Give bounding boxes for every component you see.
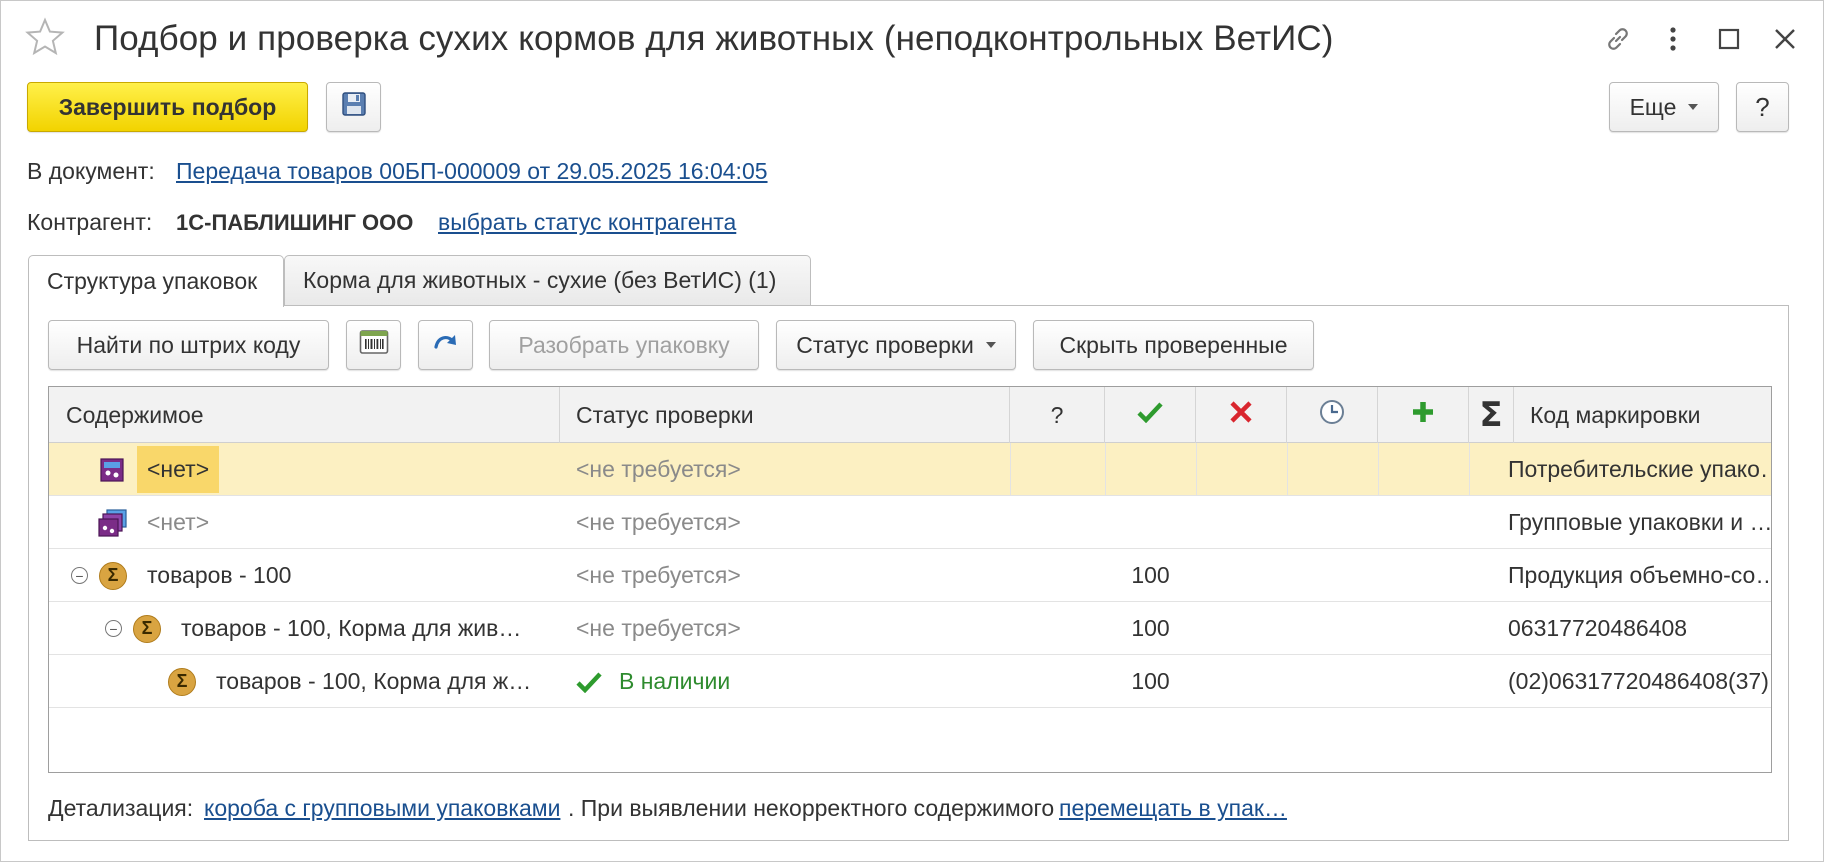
form-window: Подбор и проверка сухих кормов для живот… — [0, 0, 1824, 862]
row-ok-count: 100 — [1131, 668, 1170, 694]
minus-circle-icon: − — [71, 567, 88, 584]
document-link[interactable]: Передача товаров 00БП-000009 от 29.05.20… — [176, 158, 768, 185]
sigma-icon: Σ — [99, 561, 127, 590]
chevron-down-icon — [1688, 104, 1699, 110]
column-header-added[interactable] — [1378, 387, 1469, 443]
row-content: товаров - 100 — [147, 562, 292, 588]
row-ok-count: 100 — [1131, 562, 1170, 588]
sigma-icon: Σ — [168, 667, 196, 696]
row-status: <не требуется> — [576, 562, 741, 588]
check-status-label: Статус проверки — [796, 331, 974, 358]
redo-arrow-icon — [432, 329, 460, 361]
row-content: <нет> — [147, 509, 210, 535]
counterparty-value: 1С-ПАБЛИШИНГ ООО — [176, 210, 414, 235]
row-status: <не требуется> — [576, 615, 741, 641]
row-marking-code: 06317720486408 — [1508, 615, 1688, 641]
table-row[interactable]: Σ товаров - 100, Корма для ж… В наличии … — [49, 655, 1771, 708]
column-header-status[interactable]: Статус проверки — [560, 387, 1010, 443]
counterparty-label: Контрагент: — [27, 209, 153, 235]
minus-circle-icon: − — [105, 620, 122, 637]
check-icon — [1137, 401, 1163, 429]
table-row[interactable]: <нет> <не требуется> Групповые упаковки … — [49, 496, 1771, 549]
row-status: <не требуется> — [576, 509, 741, 535]
tab-dry-feed[interactable]: Корма для животных - сухие (без ВетИС) (… — [284, 255, 811, 305]
window-title: Подбор и проверка сухих кормов для живот… — [94, 19, 1334, 58]
check-icon — [576, 655, 606, 708]
maximize-icon[interactable] — [1711, 21, 1747, 57]
help-label: ? — [1755, 91, 1770, 122]
column-header-fail[interactable] — [1196, 387, 1287, 443]
row-status: <не требуется> — [576, 456, 741, 482]
column-header-question[interactable]: ? — [1010, 387, 1105, 443]
close-icon[interactable] — [1767, 21, 1803, 57]
group-package-icon — [98, 496, 130, 549]
table-header: Содержимое Статус проверки ? Σ Код марки… — [49, 387, 1771, 443]
row-marking-code: Потребительские упако… — [1508, 456, 1770, 482]
tab-label: Корма для животных - сухие (без ВетИС) (… — [303, 267, 777, 293]
row-content: товаров - 100, Корма для жив… — [181, 615, 522, 641]
row-content: <нет> — [137, 446, 220, 493]
footer-middle-text: . При выявлении некорректного содержимог… — [568, 795, 1055, 821]
link-icon[interactable] — [1600, 21, 1636, 57]
unpack-label: Разобрать упаковку — [518, 331, 730, 358]
column-header-ok[interactable] — [1105, 387, 1196, 443]
detail-link[interactable]: короба с групповыми упаковками — [204, 795, 560, 822]
check-status-button[interactable]: Статус проверки — [776, 320, 1016, 370]
favorite-star-icon[interactable] — [25, 17, 65, 57]
row-marking-code: Продукция объемно-со… — [1508, 562, 1770, 588]
chevron-down-icon — [985, 342, 996, 348]
plus-icon — [1411, 400, 1435, 430]
column-header-pending[interactable] — [1287, 387, 1378, 443]
tab-package-structure[interactable]: Структура упаковок — [28, 255, 284, 307]
hide-checked-button[interactable]: Скрыть проверенные — [1033, 320, 1314, 370]
find-by-barcode-button[interactable]: Найти по штрих коду — [48, 320, 329, 370]
column-header-marking-code[interactable]: Код маркировки — [1513, 387, 1771, 443]
row-marking-code: Групповые упаковки и … — [1508, 509, 1770, 535]
finish-selection-button[interactable]: Завершить подбор — [27, 82, 308, 132]
column-header-total[interactable]: Σ — [1469, 387, 1513, 443]
table-row[interactable]: − Σ товаров - 100 <не требуется> 100 Про… — [49, 549, 1771, 602]
redo-button[interactable] — [418, 320, 473, 370]
more-label: Еще — [1629, 93, 1677, 120]
row-status: В наличии — [619, 668, 731, 694]
row-content: товаров - 100, Корма для ж… — [216, 668, 532, 694]
consumer-package-icon — [100, 443, 130, 496]
table-row[interactable]: − Σ товаров - 100, Корма для жив… <не тр… — [49, 602, 1771, 655]
finish-selection-label: Завершить подбор — [58, 93, 277, 120]
tab-label: Структура упаковок — [47, 268, 258, 294]
move-to-package-link[interactable]: перемещать в упак… — [1059, 795, 1287, 822]
more-button[interactable]: Еще — [1609, 82, 1719, 132]
cross-icon — [1229, 400, 1253, 430]
document-label: В документ: — [27, 158, 155, 184]
collapse-toggle[interactable]: − — [105, 602, 125, 655]
detail-label: Детализация: — [48, 795, 194, 821]
table-row[interactable]: <нет> <не требуется> Потребительские упа… — [49, 443, 1771, 496]
row-ok-count: 100 — [1131, 615, 1170, 641]
row-marking-code: (02)06317720486408(37)… — [1508, 668, 1770, 694]
column-header-content[interactable]: Содержимое — [49, 387, 560, 443]
save-icon — [340, 90, 368, 124]
barcode-scanner-icon — [359, 329, 389, 361]
collapse-toggle[interactable]: − — [71, 549, 91, 602]
more-actions-icon[interactable] — [1655, 21, 1691, 57]
hide-checked-label: Скрыть проверенные — [1059, 331, 1288, 358]
sigma-icon: Σ — [133, 614, 161, 643]
barcode-scanner-button[interactable] — [346, 320, 401, 370]
sigma-icon: Σ — [1479, 395, 1503, 435]
find-by-barcode-label: Найти по штрих коду — [76, 331, 301, 358]
clock-icon — [1319, 399, 1345, 431]
packages-table[interactable]: Содержимое Статус проверки ? Σ Код марки… — [48, 386, 1772, 773]
unpack-button[interactable]: Разобрать упаковку — [489, 320, 759, 370]
counterparty-status-link[interactable]: выбрать статус контрагента — [438, 209, 736, 236]
save-button[interactable] — [326, 82, 381, 132]
help-button[interactable]: ? — [1736, 82, 1789, 132]
